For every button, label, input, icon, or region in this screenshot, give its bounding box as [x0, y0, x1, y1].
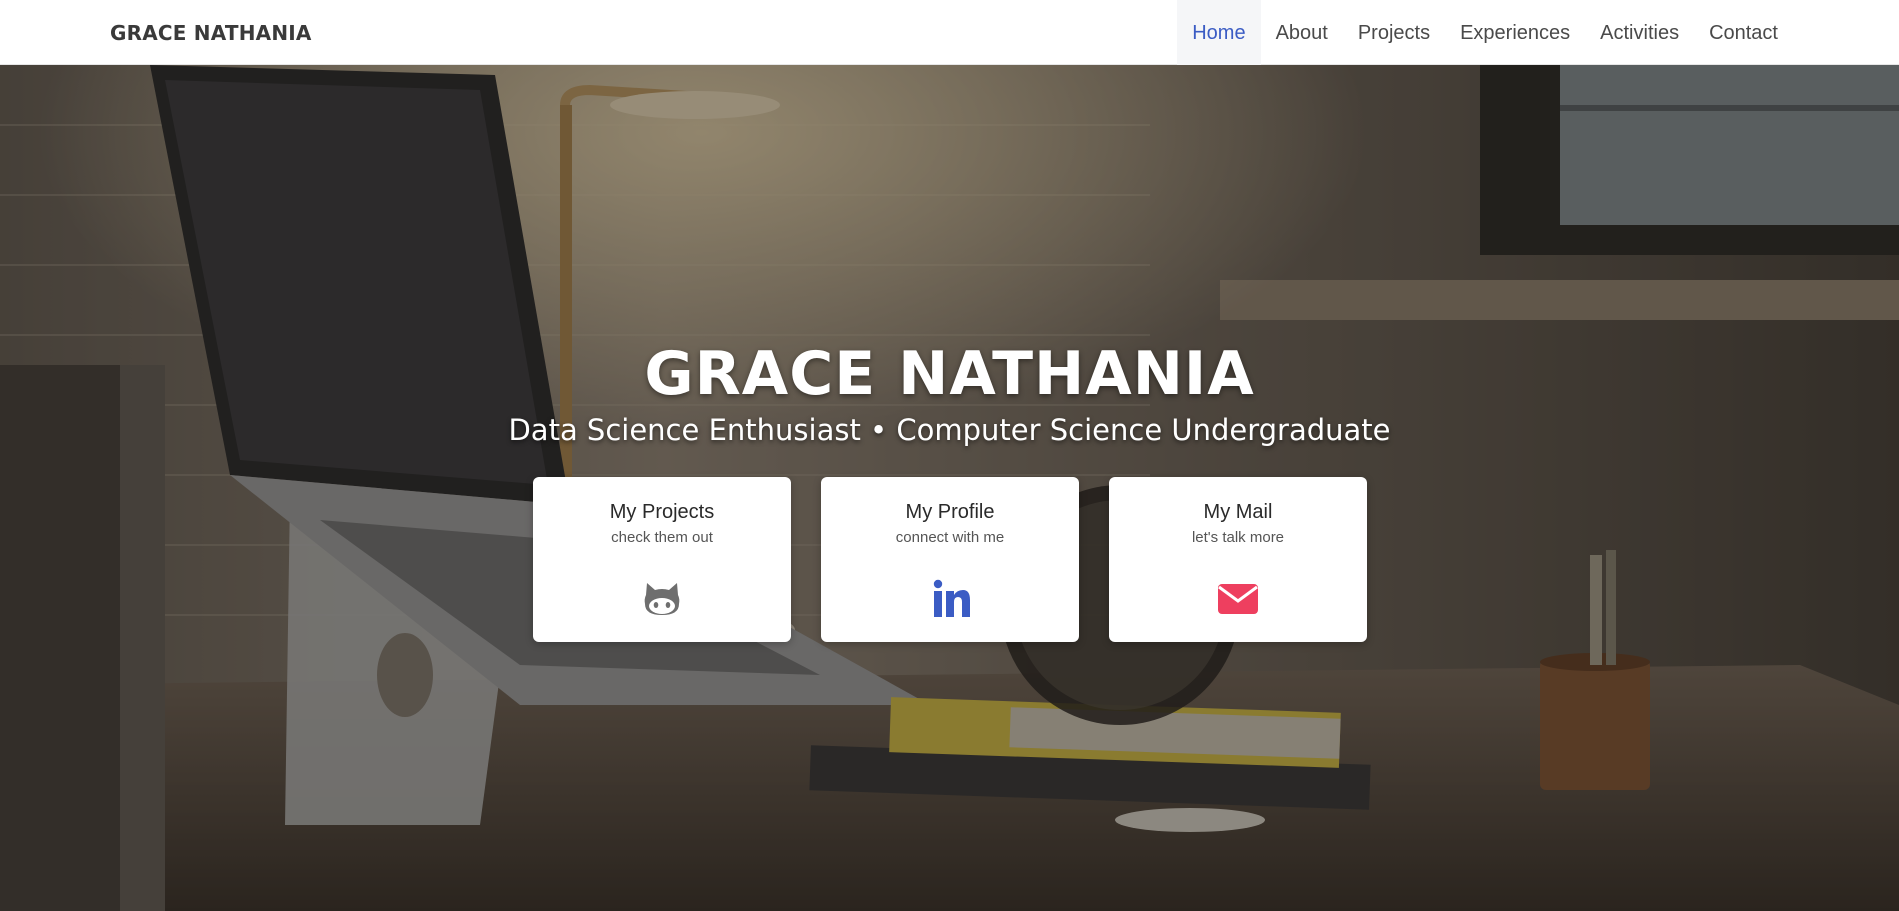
profile-card[interactable]: My Profile connect with me — [821, 477, 1079, 642]
hero-subtitle: Data Science Enthusiast • Computer Scien… — [508, 413, 1391, 447]
hero-section: GRACE NATHANIA Data Science Enthusiast •… — [0, 65, 1899, 911]
card-description: check them out — [611, 529, 713, 546]
nav-projects[interactable]: Projects — [1343, 0, 1445, 65]
main-nav: Home About Projects Experiences Activiti… — [1177, 0, 1793, 65]
nav-contact[interactable]: Contact — [1694, 0, 1793, 65]
card-title: My Mail — [1203, 501, 1273, 523]
projects-card[interactable]: My Projects check them out — [533, 477, 791, 642]
card-title: My Projects — [609, 501, 715, 523]
linkedin-icon — [933, 579, 970, 617]
mail-icon — [1218, 584, 1258, 614]
nav-experiences[interactable]: Experiences — [1445, 0, 1585, 65]
card-description: let's talk more — [1191, 529, 1285, 546]
nav-activities[interactable]: Activities — [1585, 0, 1694, 65]
card-description: connect with me — [895, 529, 1005, 546]
nav-home[interactable]: Home — [1177, 0, 1261, 65]
hero-title: GRACE NATHANIA — [644, 339, 1255, 409]
link-cards: My Projects check them out My Profile co… — [533, 477, 1367, 643]
nav-about[interactable]: About — [1261, 0, 1343, 65]
github-icon — [644, 583, 680, 615]
brand-link[interactable]: GRACE NATHANIA — [110, 0, 312, 65]
card-title: My Profile — [905, 501, 995, 523]
top-navbar: GRACE NATHANIA Home About Projects Exper… — [0, 0, 1899, 65]
mail-card[interactable]: My Mail let's talk more — [1109, 477, 1367, 642]
